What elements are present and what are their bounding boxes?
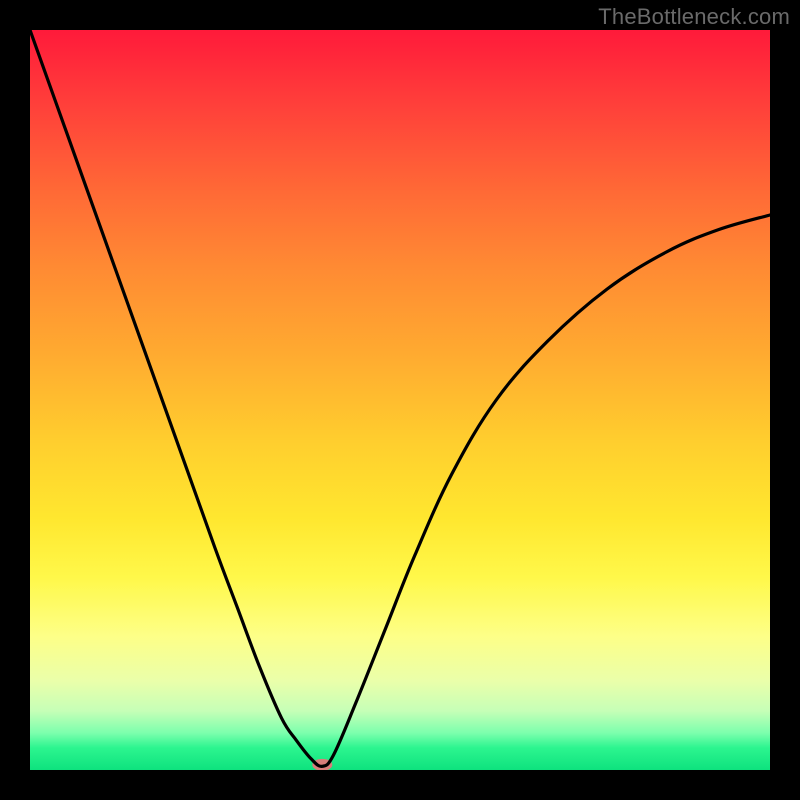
chart-svg <box>30 30 770 770</box>
watermark-text: TheBottleneck.com <box>598 4 790 30</box>
plot-area <box>30 30 770 770</box>
bottleneck-curve-path <box>30 30 770 766</box>
chart-frame: TheBottleneck.com <box>0 0 800 800</box>
